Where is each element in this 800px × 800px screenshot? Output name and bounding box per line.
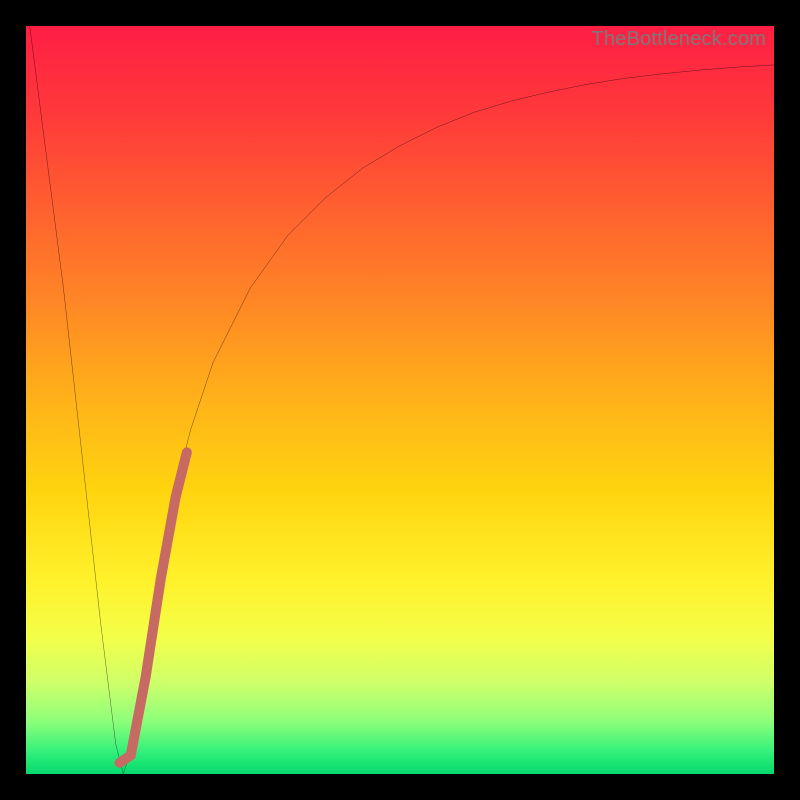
- bottleneck-curve: [30, 26, 774, 774]
- curve-layer: [26, 26, 774, 774]
- highlight-segment: [120, 452, 187, 762]
- plot-area: TheBottleneck.com: [26, 26, 774, 774]
- chart-frame: TheBottleneck.com: [0, 0, 800, 800]
